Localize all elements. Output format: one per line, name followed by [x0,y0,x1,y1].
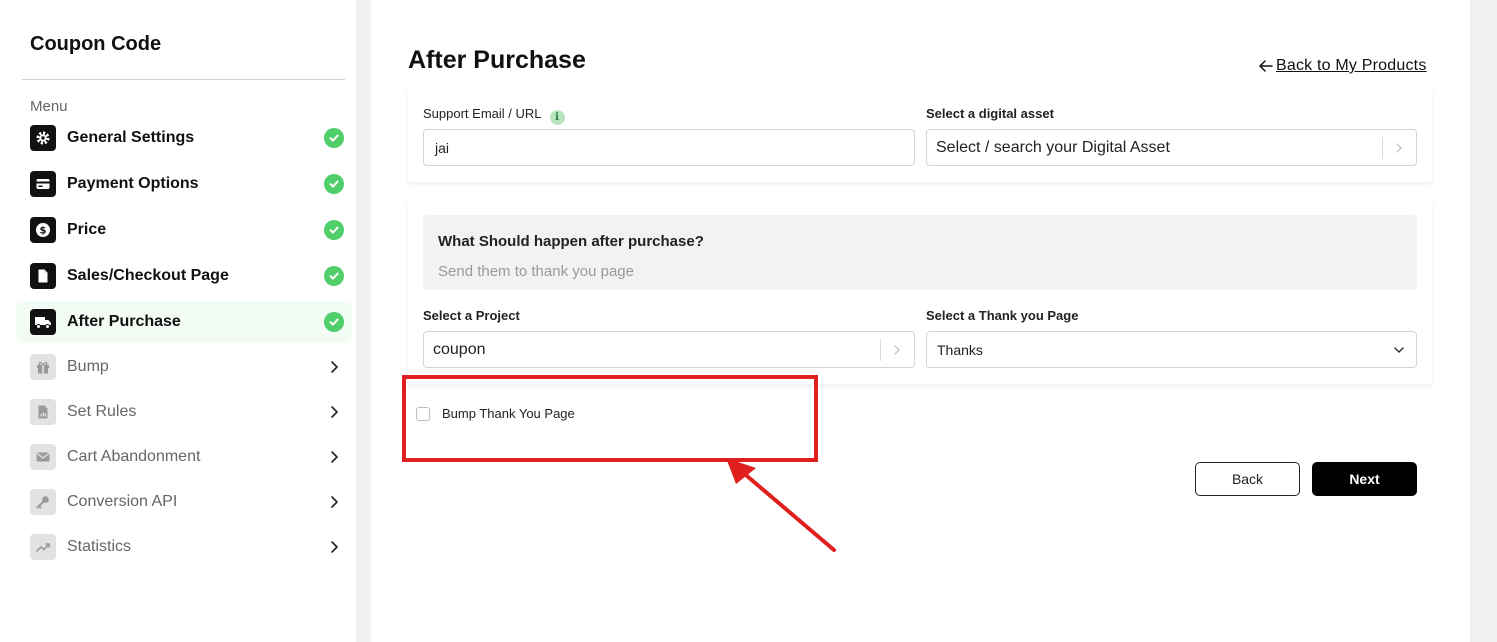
question-subtitle: Send them to thank you page [438,263,634,280]
mail-icon [30,444,56,470]
support-email-label-text: Support Email / URL [423,106,542,121]
sidebar-item-label: Price [67,221,107,238]
page-icon [30,263,56,289]
support-email-value: jai [435,139,450,156]
info-icon[interactable]: i [549,110,565,125]
check-circle-icon [324,312,344,332]
thank-you-page-select[interactable]: Thanks [926,331,1417,368]
chevron-right-icon [331,451,338,463]
back-button[interactable]: Back [1195,462,1300,496]
chevron-right-icon [894,345,900,355]
trend-icon [30,534,56,560]
sidebar-item-label: Sales/Checkout Page [67,267,229,284]
after-purchase-card: What Should happen after purchase? Send … [408,200,1432,384]
chevron-right-icon [331,541,338,553]
chevron-right-icon [331,406,338,418]
sidebar-item-label: Conversion API [67,493,178,510]
sidebar-item-price[interactable]: $ Price [16,209,352,251]
key-icon [30,489,56,515]
gear-icon [30,125,56,151]
digital-asset-select[interactable]: Select / search your Digital Asset [926,129,1417,166]
sidebar-item-label: Bump [67,358,109,375]
sidebar-item-set-rules[interactable]: Set Rules [16,391,352,433]
menu-label: Menu [30,98,68,115]
project-value: coupon [433,340,486,358]
sidebar-item-sales-checkout-page[interactable]: Sales/Checkout Page [16,255,352,297]
sidebar-item-label: Payment Options [67,175,199,192]
thank-you-page-label: Select a Thank you Page [926,308,1079,323]
dollar-icon: $ [30,217,56,243]
back-link-label: Back to My Products [1276,57,1427,74]
truck-icon [30,309,56,335]
annotation-arrow-icon [726,458,836,552]
sidebar: Coupon Code Menu General Settings Paymen… [0,0,356,642]
sidebar-item-general-settings[interactable]: General Settings [16,117,352,159]
sidebar-item-label: Set Rules [67,403,137,420]
sidebar-item-label: Statistics [67,538,132,555]
sidebar-item-bump[interactable]: Bump [16,346,352,388]
support-email-input[interactable]: jai [423,129,915,166]
check-circle-icon [324,174,344,194]
sidebar-item-statistics[interactable]: Statistics [16,526,352,568]
check-circle-icon [324,128,344,148]
sidebar-item-label: After Purchase [67,313,181,330]
page-title: After Purchase [408,46,586,74]
select-separator [880,339,881,361]
chevron-right-icon [331,496,338,508]
sidebar-item-label: General Settings [67,129,195,146]
chevron-down-icon [1394,347,1404,353]
main-panel: After Purchase Back to My Products Suppo… [371,0,1470,642]
support-email-label: Support Email / URL i [423,106,565,125]
sidebar-item-label: Cart Abandonment [67,448,201,465]
digital-asset-placeholder: Select / search your Digital Asset [936,138,1170,156]
question-title: What Should happen after purchase? [438,233,704,250]
svg-text:$: $ [40,226,47,237]
sidebar-title: Coupon Code [30,33,162,55]
project-label: Select a Project [423,308,520,323]
after-purchase-question-box: What Should happen after purchase? Send … [423,215,1417,290]
check-circle-icon [324,220,344,240]
check-circle-icon [324,266,344,286]
back-to-products-link[interactable]: Back to My Products [1258,57,1427,75]
report-icon [30,399,56,425]
support-asset-card: Support Email / URL i jai Select a digita… [408,90,1432,182]
sidebar-item-conversion-api[interactable]: Conversion API [16,481,352,523]
sidebar-item-cart-abandonment[interactable]: Cart Abandonment [16,436,352,478]
digital-asset-label: Select a digital asset [926,106,1054,121]
chevron-right-icon [331,361,338,373]
arrow-left-icon [1259,60,1273,72]
next-button[interactable]: Next [1312,462,1417,496]
card-icon [30,171,56,197]
chevron-right-icon [1396,143,1402,153]
thank-you-page-value: Thanks [937,341,983,358]
sidebar-divider [22,79,345,80]
select-separator [1382,137,1383,159]
sidebar-item-payment-options[interactable]: Payment Options [16,163,352,205]
project-select[interactable]: coupon [423,331,915,368]
gift-icon [30,354,56,380]
sidebar-item-after-purchase[interactable]: After Purchase [16,301,352,343]
